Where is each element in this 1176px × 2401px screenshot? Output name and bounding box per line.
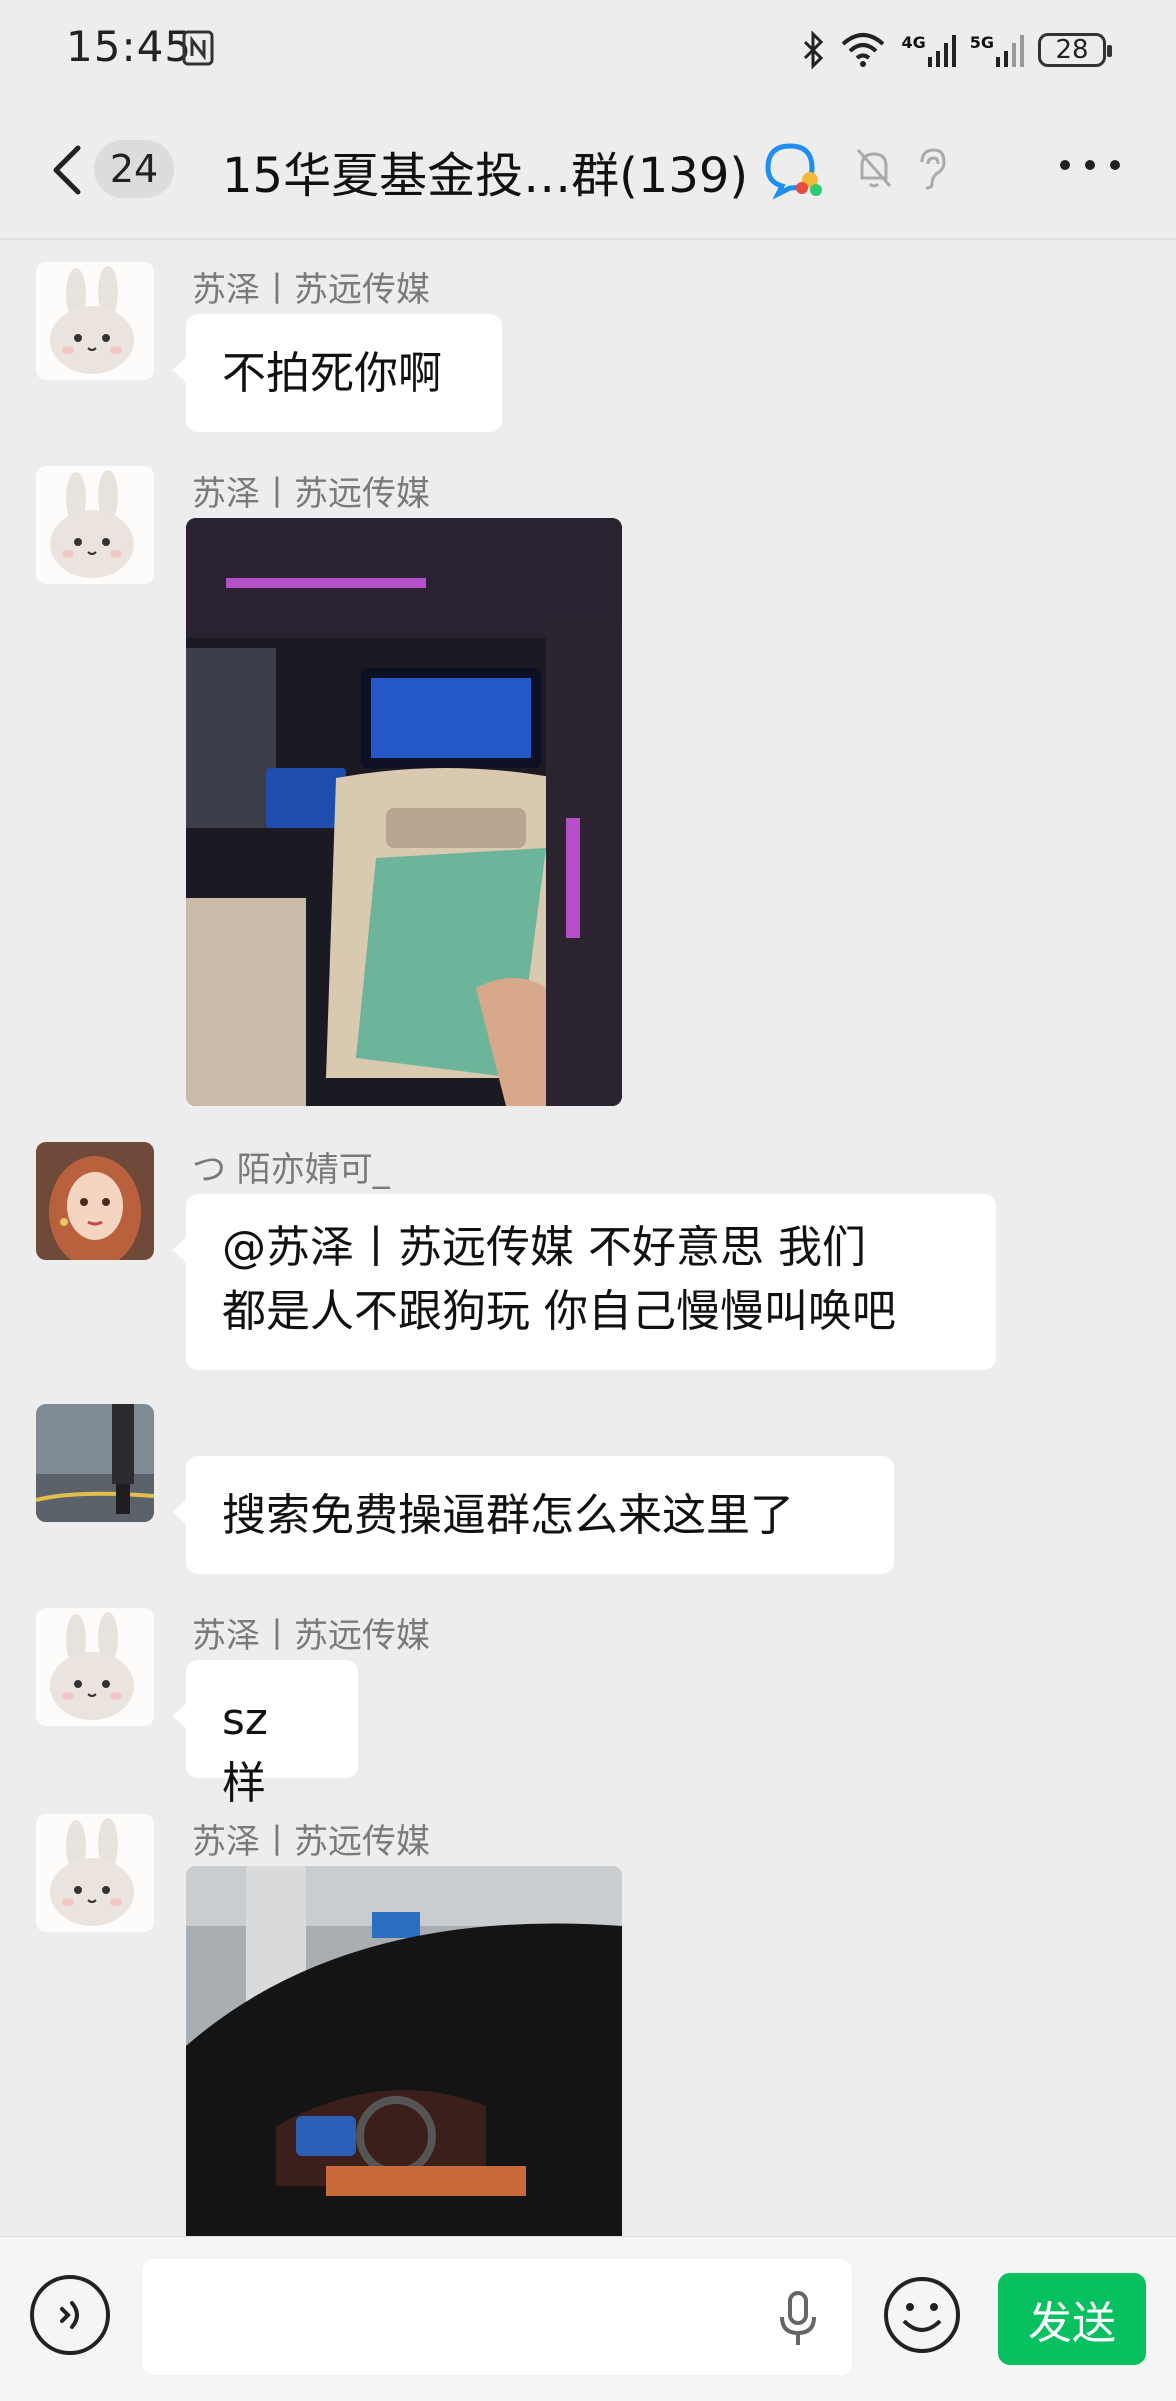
bluetooth-icon — [804, 30, 824, 70]
send-button[interactable]: 发送 — [998, 2273, 1146, 2365]
unread-badge[interactable]: 24 — [94, 140, 174, 198]
sender-name: 苏泽丨苏远传媒 — [192, 270, 430, 310]
sender-name: 苏泽丨苏远传媒 — [192, 474, 430, 514]
voice-wave-icon — [60, 2301, 79, 2329]
rabbit-avatar[interactable] — [36, 1814, 154, 1932]
sender-name: 苏泽丨苏远传媒 — [192, 1616, 430, 1656]
signal-bars-icon — [927, 35, 956, 67]
nfc-icon — [182, 30, 214, 66]
message-line: 都是人不跟狗玩 你自己慢慢叫唤吧 — [222, 1286, 896, 1337]
rabbit-avatar-icon — [36, 1608, 154, 1726]
girl-avatar[interactable] — [36, 1142, 154, 1260]
status-bar: 15:45 4G 5G 28 — [0, 0, 1176, 100]
car-interior-photo — [186, 518, 622, 1106]
mute-bell-icon — [856, 149, 892, 188]
message-bubble[interactable]: sz 样 — [172, 1660, 358, 1809]
sender-name: 苏泽丨苏远传媒 — [192, 1822, 430, 1862]
message-text-input[interactable] — [142, 2259, 852, 2375]
message-bubble[interactable]: 不拍死你啊 — [172, 314, 502, 432]
chat-title: 15华夏基金投…群(139) — [222, 148, 749, 204]
street-avatar[interactable] — [36, 1404, 154, 1522]
rabbit-avatar[interactable] — [36, 1608, 154, 1726]
input-bar: 发送 — [0, 2236, 1176, 2401]
image-message[interactable] — [186, 518, 622, 1106]
chat-header: 24 15华夏基金投…群(139) — [0, 100, 1176, 238]
rabbit-avatar[interactable] — [36, 262, 154, 380]
message-line: @苏泽丨苏远传媒 不好意思 我们 — [222, 1222, 866, 1273]
message-bubble[interactable]: @苏泽丨苏远传媒 不好意思 我们 都是人不跟狗玩 你自己慢慢叫唤吧 — [172, 1194, 996, 1370]
image-message[interactable] — [186, 1866, 622, 2236]
sender-name: つ 陌亦婧可_ — [192, 1150, 390, 1190]
signal-bars-icon — [996, 35, 1024, 67]
wifi-icon — [842, 33, 885, 67]
car-parking-photo — [186, 1866, 622, 2236]
emoji-icon[interactable] — [882, 2275, 962, 2355]
rabbit-avatar-icon — [36, 262, 154, 380]
rabbit-avatar[interactable] — [36, 466, 154, 584]
rabbit-avatar-icon — [36, 1814, 154, 1932]
girl-avatar-icon — [36, 1142, 154, 1260]
status-icons: 4G 5G 28 — [801, 28, 1112, 72]
rabbit-avatar-icon — [36, 466, 154, 584]
header-divider — [0, 238, 1176, 240]
more-options-icon[interactable] — [1060, 160, 1120, 174]
message-bubble[interactable]: 搜索免费操逼群怎么来这里了 — [172, 1456, 894, 1574]
status-time: 15:45 — [66, 22, 193, 71]
group-chat-icon[interactable] — [760, 140, 826, 200]
ear-icon — [920, 148, 946, 190]
microphone-icon[interactable] — [776, 2289, 820, 2349]
voice-input-button[interactable] — [30, 2275, 110, 2355]
battery-indicator: 28 — [1038, 33, 1112, 67]
back-arrow-icon[interactable] — [48, 142, 88, 198]
signal-5g: 5G — [970, 33, 1024, 67]
street-photo-avatar-icon — [36, 1404, 154, 1522]
signal-4g: 4G — [901, 33, 956, 67]
